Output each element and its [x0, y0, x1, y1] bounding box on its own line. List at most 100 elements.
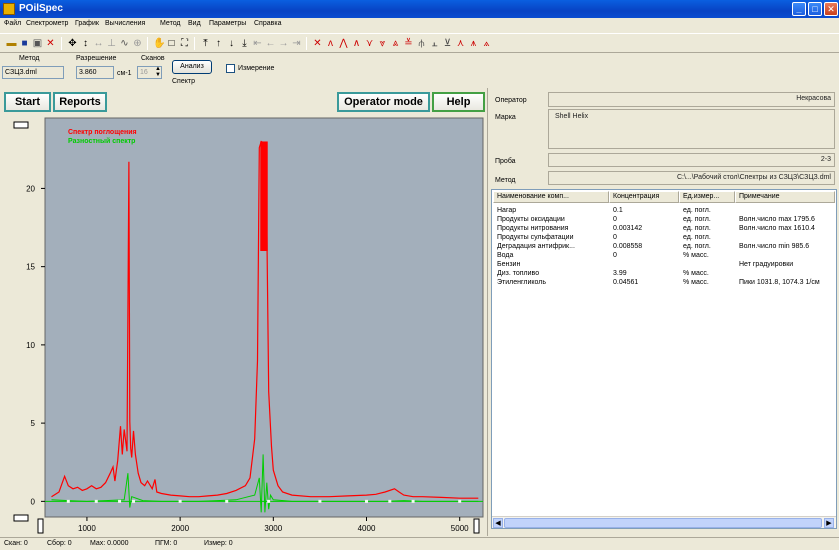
zoom-box-icon[interactable]: □ [166, 37, 177, 50]
baseline-marker [267, 499, 271, 503]
legend-entry: Разностный спектр [68, 137, 135, 145]
cell-component: Деградация антифрик... [497, 243, 575, 250]
operator-mode-button[interactable]: Operator mode [337, 92, 430, 112]
add-point-icon[interactable]: ⊕ [132, 37, 143, 50]
column-header-note[interactable]: Примечание [735, 191, 835, 203]
up-icon[interactable]: ↑ [213, 37, 224, 50]
saturated-peak [260, 141, 268, 251]
sample-field[interactable]: 2-3 [548, 153, 835, 167]
brand-field[interactable]: Shell Helix [548, 109, 835, 149]
spectrum-tool-11-icon[interactable]: ⊻ [442, 37, 453, 50]
baseline-marker [132, 499, 136, 503]
spectrum-tool-14-icon[interactable]: ⟑ [481, 37, 492, 50]
column-header-concentration[interactable]: Концентрация [609, 191, 679, 203]
baseline-marker [318, 499, 322, 503]
menu-parameters[interactable]: Параметры [209, 20, 246, 27]
menu-view[interactable]: Вид [188, 20, 201, 27]
menu-bar: Файл Спектрометр График Вычисления Метод… [0, 18, 839, 31]
y-scroll-handle-bottom-icon[interactable] [13, 514, 29, 522]
cell-unit: ед. погл. [683, 216, 711, 223]
spectrum-chart[interactable]: 0 5 10 15 20 1000 2000 3000 4000 5000 Спектр погло… [0, 114, 487, 537]
spectrum-tool-8-icon[interactable]: ≚ [403, 37, 414, 50]
scrollbar-thumb[interactable] [504, 518, 822, 528]
cell-unit: ед. погл. [683, 243, 711, 250]
right-icon[interactable]: → [278, 37, 289, 50]
last-icon[interactable]: ⇥ [291, 37, 302, 50]
menu-file[interactable]: Файл [4, 20, 21, 27]
save-icon[interactable]: ■ [19, 37, 30, 50]
toolbar-separator [61, 37, 62, 50]
menu-method[interactable]: Метод [160, 20, 181, 27]
first-icon[interactable]: ⇤ [252, 37, 263, 50]
spectrum-tool-4-icon[interactable]: ∧ [351, 37, 362, 50]
down-icon[interactable]: ↓ [226, 37, 237, 50]
column-header-component[interactable]: Наименование комп... [493, 191, 609, 203]
spectrum-tool-5-icon[interactable]: ⋎ [364, 37, 375, 50]
results-table[interactable]: Наименование комп... Концентрация Ед.изм… [491, 189, 837, 529]
scroll-left-icon[interactable]: ◀ [493, 518, 503, 528]
top-icon[interactable]: ⤒ [200, 37, 211, 50]
left-icon[interactable]: ← [265, 37, 276, 50]
start-button[interactable]: Start [4, 92, 51, 112]
baseline-marker [225, 499, 229, 503]
bottom-icon[interactable]: ⤓ [239, 37, 250, 50]
peak-icon[interactable]: ∿ [119, 37, 130, 50]
scroll-right-icon[interactable]: ▶ [824, 518, 834, 528]
horizontal-move-icon[interactable]: ↔ [93, 37, 104, 50]
legend-entry: Спектр поглощения [68, 129, 137, 136]
reports-button[interactable]: Reports [53, 92, 107, 112]
minimize-button[interactable]: _ [792, 2, 806, 16]
cell-unit: % масс. [683, 279, 709, 286]
baseline-marker [411, 499, 415, 503]
analysis-button[interactable]: Анализ [172, 60, 212, 74]
spectrum-tool-2-icon[interactable]: ʌ [325, 37, 336, 50]
cell-concentration: 0.1 [613, 207, 623, 214]
close-button[interactable]: ✕ [824, 2, 838, 16]
status-collect: Сбор: 0 [47, 540, 72, 547]
spectrum-tool-12-icon[interactable]: ⋏ [455, 37, 466, 50]
menu-calculations[interactable]: Вычисления [105, 20, 145, 27]
baseline-marker [118, 499, 122, 503]
hand-icon[interactable]: ✋ [153, 37, 165, 50]
maximize-button[interactable]: □ [808, 2, 822, 16]
spectrum-tool-1-icon[interactable]: ✕ [312, 37, 323, 50]
vertical-move-icon[interactable]: ↕ [80, 37, 91, 50]
open-icon[interactable]: ▬ [6, 37, 17, 50]
cell-unit: % масс. [683, 252, 709, 259]
baseline-icon[interactable]: ⊥ [106, 37, 117, 50]
menu-graph[interactable]: График [75, 20, 99, 27]
column-header-unit[interactable]: Ед.измер... [679, 191, 735, 203]
baseline-marker [66, 499, 70, 503]
y-tick-label: 5 [31, 419, 36, 428]
method-field[interactable]: СЗЦЗ.dml [2, 66, 64, 79]
print-icon[interactable]: ▣ [32, 37, 43, 50]
y-tick-label: 15 [26, 263, 35, 272]
cell-note: Нет градуировки [739, 261, 794, 268]
resolution-field[interactable]: 3.860 [76, 66, 114, 79]
help-button[interactable]: Help [432, 92, 485, 112]
zoom-fit-icon[interactable]: ⛶ [179, 37, 190, 50]
cell-unit: ед. погл. [683, 207, 711, 214]
y-scroll-handle-top-icon[interactable] [13, 121, 29, 129]
menu-spectrometer[interactable]: Спектрометр [26, 20, 68, 27]
spectrum-tool-13-icon[interactable]: ⩚ [468, 37, 479, 50]
delete-icon[interactable]: ✕ [45, 37, 56, 50]
spectrum-tool-10-icon[interactable]: ⫠ [429, 37, 440, 50]
x-scroll-handle-right-icon[interactable] [473, 518, 480, 534]
spectrum-tool-6-icon[interactable]: ⩔ [377, 37, 388, 50]
y-tick-label: 20 [26, 184, 35, 193]
spectrum-tool-3-icon[interactable]: ⋀ [338, 37, 349, 50]
x-scroll-handle-left-icon[interactable] [37, 518, 44, 534]
brand-label: Марка [495, 114, 516, 121]
menu-help[interactable]: Справка [254, 20, 281, 27]
measure-checkbox[interactable] [226, 64, 235, 73]
method-path-field[interactable]: C:\...\Рабочий стол\Спектры из СЗЦЗ\СЗЦЗ… [548, 171, 835, 185]
horizontal-scrollbar[interactable]: ◀ ▶ [492, 516, 836, 528]
status-pgm: ПГМ: 0 [155, 540, 178, 547]
move-icon[interactable]: ✥ [67, 37, 78, 50]
operator-field[interactable]: Некрасова [548, 92, 835, 107]
spectrum-tool-7-icon[interactable]: ⩓ [390, 37, 401, 50]
cell-component: Вода [497, 252, 514, 259]
scans-spinner-icon[interactable]: ▲ ▼ [155, 66, 161, 78]
spectrum-tool-9-icon[interactable]: ⫛ [416, 37, 427, 50]
